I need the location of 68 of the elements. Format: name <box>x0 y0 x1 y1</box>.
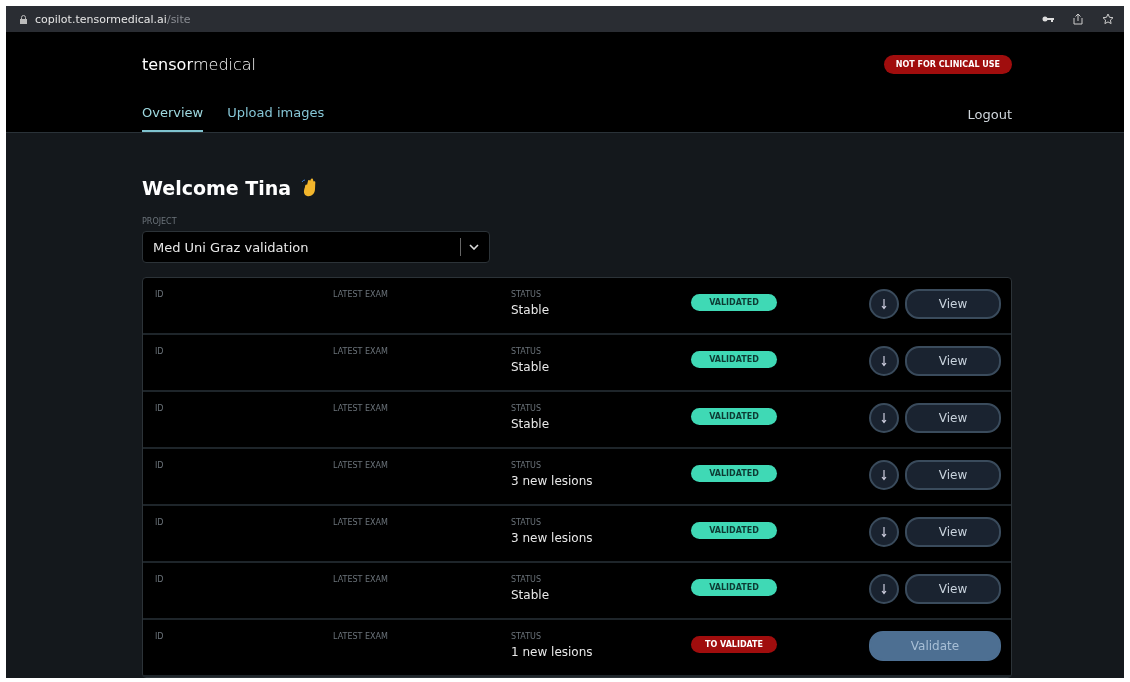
status-value: 3 new lesions <box>511 531 594 545</box>
exam-label: LATEST EXAM <box>333 347 389 356</box>
exam-label: LATEST EXAM <box>333 632 389 641</box>
download-icon <box>881 298 887 310</box>
exam-label: LATEST EXAM <box>333 575 389 584</box>
share-icon[interactable] <box>1072 13 1084 25</box>
status-label: STATUS <box>511 404 542 413</box>
download-button[interactable] <box>869 574 899 604</box>
download-button[interactable] <box>869 403 899 433</box>
status-label: STATUS <box>511 290 542 299</box>
id-label: ID <box>155 518 165 527</box>
status-badge: VALIDATED <box>691 408 777 425</box>
id-label: ID <box>155 575 165 584</box>
key-icon[interactable] <box>1042 15 1054 23</box>
status-label: STATUS <box>511 518 542 527</box>
id-label: ID <box>155 290 165 299</box>
exam-label: LATEST EXAM <box>333 290 389 299</box>
view-button[interactable]: View <box>905 346 1001 376</box>
logo[interactable]: tensormedical <box>142 54 257 74</box>
status-badge: VALIDATED <box>691 351 777 368</box>
status-badge: TO VALIDATE <box>691 636 777 653</box>
download-button[interactable] <box>869 289 899 319</box>
view-button[interactable]: View <box>905 574 1001 604</box>
status-label: STATUS <box>511 632 542 641</box>
status-value: 3 new lesions <box>511 474 594 488</box>
url-path[interactable]: /site <box>166 12 191 26</box>
status-badge: VALIDATED <box>691 465 777 482</box>
status-value: 1 new lesions <box>511 645 594 659</box>
nav-tab[interactable]: Upload images <box>227 105 325 132</box>
view-button[interactable]: View <box>905 517 1001 547</box>
warning-badge: NOT FOR CLINICAL USE <box>883 54 1012 74</box>
download-button[interactable] <box>869 346 899 376</box>
status-label: STATUS <box>511 461 542 470</box>
view-button[interactable]: View <box>905 403 1001 433</box>
status-value: Stable <box>511 303 550 317</box>
exam-label: LATEST EXAM <box>333 404 389 413</box>
download-button[interactable] <box>869 460 899 490</box>
project-select[interactable]: Med Uni Graz validation <box>142 231 490 263</box>
status-label: STATUS <box>511 347 542 356</box>
id-label: ID <box>155 461 165 470</box>
status-badge: VALIDATED <box>691 294 777 311</box>
status-value: Stable <box>511 360 550 374</box>
star-icon[interactable] <box>1102 13 1114 25</box>
view-button[interactable]: View <box>905 289 1001 319</box>
download-icon <box>881 355 887 367</box>
status-label: STATUS <box>511 575 542 584</box>
status-badge: VALIDATED <box>691 579 777 596</box>
nav-tab[interactable]: Overview <box>142 105 204 132</box>
view-button[interactable]: View <box>905 460 1001 490</box>
download-icon <box>881 583 887 595</box>
download-icon <box>881 469 887 481</box>
download-button[interactable] <box>869 517 899 547</box>
id-label: ID <box>155 632 165 641</box>
id-label: ID <box>155 404 165 413</box>
download-icon <box>881 526 887 538</box>
id-label: ID <box>155 347 165 356</box>
url-text[interactable]: copilot.tensormedical.ai <box>35 12 167 26</box>
chevron-down-icon <box>469 244 479 250</box>
logout-link[interactable]: Logout <box>967 107 1012 132</box>
lock-icon <box>20 14 27 24</box>
status-value: Stable <box>511 588 550 602</box>
status-badge: VALIDATED <box>691 522 777 539</box>
exam-label: LATEST EXAM <box>333 518 389 527</box>
download-icon <box>881 412 887 424</box>
status-value: Stable <box>511 417 550 431</box>
exam-label: LATEST EXAM <box>333 461 389 470</box>
project-label: PROJECT <box>142 217 178 226</box>
welcome-heading: Welcome Tina <box>142 177 292 199</box>
